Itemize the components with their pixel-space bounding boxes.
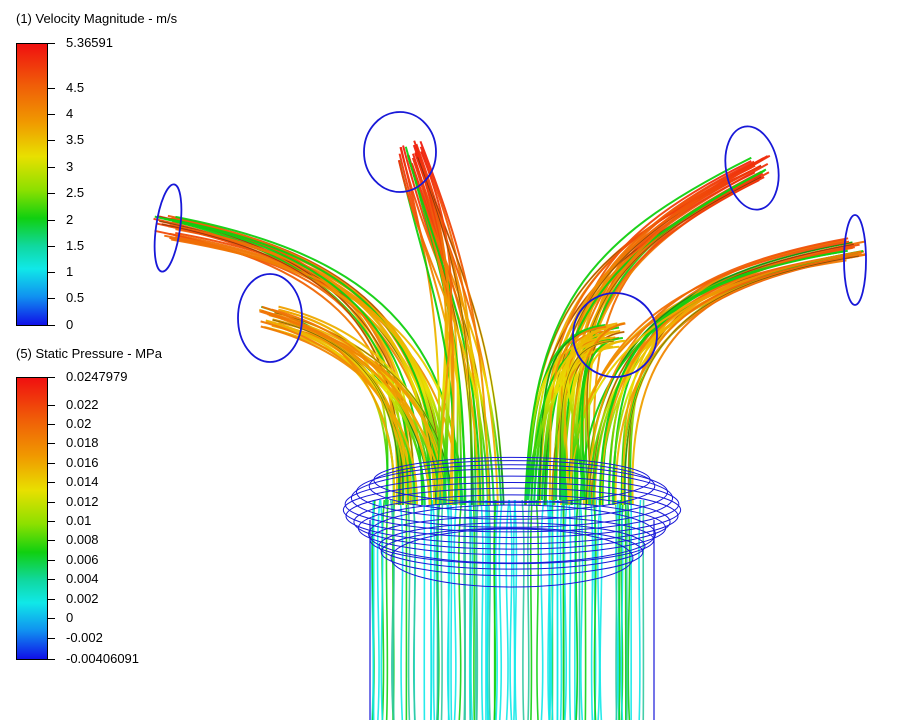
column-streamline [529,499,533,720]
viewport[interactable]: (1) Velocity Magnitude - m/s 5.36591 4.5… [0,0,900,720]
velocity-tick [48,140,55,141]
pressure-tick [48,521,55,522]
pressure-tick-label: 0.012 [66,494,99,509]
pressure-colorbar [16,377,48,660]
pressure-tick-label: 0.014 [66,474,99,489]
pressure-tick [48,638,55,639]
velocity-tick-label: 5.36591 [66,35,113,50]
velocity-tick [48,298,55,299]
column-streamline [540,499,545,720]
pressure-tick [48,502,55,503]
column-streamline [498,499,504,720]
velocity-tick [48,43,55,44]
pipe-streamline [175,215,463,506]
column-streamline [440,499,444,720]
pressure-tick [48,659,55,660]
velocity-tick-label: 2 [66,212,74,227]
pressure-tick [48,540,55,541]
column-streamline [625,499,629,720]
column-streamline [494,499,499,720]
velocity-tick-label: 0.5 [66,290,85,305]
column-streamline [407,499,411,720]
velocity-tick-label: 3.5 [66,132,85,147]
column-streamline [563,499,568,720]
column-streamline [385,499,389,720]
column-streamline [535,499,540,720]
velocity-tick [48,114,55,115]
column-streamline [584,499,587,720]
pressure-tick [48,599,55,600]
column-streamline [521,499,525,720]
velocity-tick [48,193,55,194]
pressure-tick-label: 0.0247979 [66,369,128,384]
pipe-streamline [608,259,847,506]
pressure-tick-label: 0.016 [66,455,99,470]
pipe-outlet-outline [153,183,183,273]
pipe-streamline [631,250,865,506]
pipe-streamline [623,255,860,506]
pressure-tick-label: -0.00406091 [66,651,140,666]
velocity-tick [48,220,55,221]
velocity-tick [48,167,55,168]
pressure-tick-label: 0.018 [66,435,99,450]
pressure-tick [48,618,55,619]
pressure-tick-label: 0.01 [66,513,92,528]
pipe-streamline-edge [624,255,859,506]
pipe-outlet-outline [843,214,867,306]
pipe-streamline [614,253,866,506]
pressure-tick [48,482,55,483]
column-streamline [480,499,484,720]
column-streamline [474,499,478,720]
velocity-tick-label: 1 [66,264,74,279]
velocity-tick-label: 1.5 [66,238,85,253]
pressure-tick-label: -0.002 [66,630,103,645]
column-streamline [638,499,642,720]
velocity-tick [48,246,55,247]
column-streamline [505,499,510,720]
pressure-tick [48,463,55,464]
column-streamline [559,499,563,720]
column-streamline [548,499,552,720]
pressure-tick [48,424,55,425]
velocity-tick-label: 0 [66,317,74,332]
velocity-tick [48,88,55,89]
column-streamline [508,499,513,720]
column-streamline [472,499,476,720]
velocity-tick-label: 4.5 [66,80,85,95]
pressure-tick-label: 0 [66,610,74,625]
pressure-tick-label: 0.02 [66,416,92,431]
column-streamline [527,499,531,720]
velocity-tick-label: 3 [66,159,74,174]
column-streamline [486,499,489,720]
velocity-tick-label: 4 [66,106,74,121]
velocity-legend-title: (1) Velocity Magnitude - m/s [16,11,178,26]
pressure-legend-title: (5) Static Pressure - MPa [16,346,162,361]
velocity-tick [48,325,55,326]
pressure-tick-label: 0.022 [66,397,99,412]
pipe-streamline [627,255,845,506]
velocity-colorbar [16,43,48,326]
pipe-streamline-edge [628,255,845,506]
pressure-tick [48,377,55,378]
column-streamline [458,499,463,720]
pressure-tick-label: 0.006 [66,552,99,567]
pressure-tick-label: 0.002 [66,591,99,606]
pressure-tick [48,405,55,406]
pressure-tick-label: 0.004 [66,571,99,586]
velocity-tick [48,272,55,273]
pressure-tick-label: 0.008 [66,532,99,547]
column-streamline [512,499,516,720]
column-streamline [453,499,458,720]
pressure-tick [48,560,55,561]
pipe-streamline [621,255,853,506]
column-streamline [618,499,621,720]
column-streamline [372,499,375,720]
pressure-tick [48,443,55,444]
pressure-tick [48,579,55,580]
velocity-tick-label: 2.5 [66,185,85,200]
